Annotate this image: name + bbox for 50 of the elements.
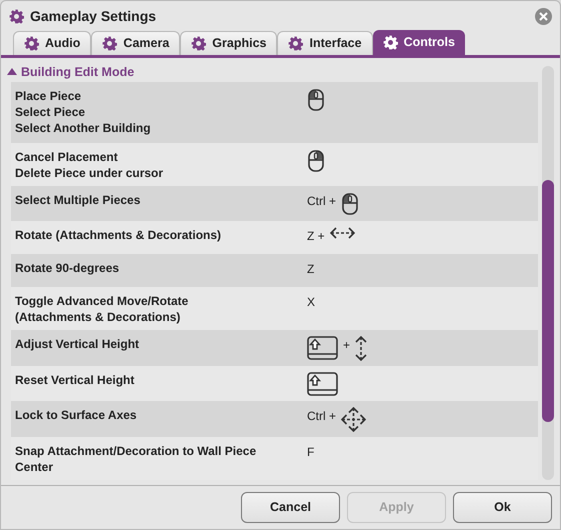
collapse-icon[interactable]: [7, 67, 17, 77]
key-text: Z: [307, 261, 314, 278]
key-text: Ctrl +: [307, 408, 336, 425]
key-text: +: [343, 337, 350, 354]
action-label: Center: [15, 459, 54, 475]
shift-key-icon: [307, 372, 338, 396]
dialog-button[interactable]: Cancel: [241, 492, 340, 523]
gear-icon: [9, 8, 24, 24]
tab[interactable]: Audio: [13, 31, 92, 55]
action-label: Rotate (Attachments & Decorations): [15, 227, 222, 243]
mouse-icon: [341, 192, 360, 216]
action-label: (Attachments & Decorations): [15, 309, 182, 325]
tab[interactable]: Interface: [277, 31, 373, 55]
gear-icon: [191, 36, 206, 51]
tab[interactable]: Camera: [91, 31, 180, 55]
section-title[interactable]: Building Edit Mode: [21, 62, 134, 82]
key-text: Ctrl +: [307, 193, 336, 210]
action-label: Cancel Placement: [15, 149, 119, 165]
tab[interactable]: Controls: [372, 30, 465, 55]
action-label: Lock to Surface Axes: [15, 407, 138, 423]
vertical-arrows-icon: [355, 336, 368, 361]
dialog-button[interactable]: Ok: [453, 492, 552, 523]
window-title: Gameplay Settings: [30, 6, 156, 26]
action-label: Select Another Building: [15, 120, 152, 136]
mouse-icon: [307, 88, 325, 112]
gear-icon: [24, 36, 39, 51]
action-label: Adjust Vertical Height: [15, 336, 140, 352]
gear-icon: [102, 36, 118, 51]
gear-icon: [288, 36, 304, 51]
close-button[interactable]: [535, 8, 552, 24]
action-label: Rotate 90-degrees: [15, 260, 120, 276]
tab[interactable]: Graphics: [180, 31, 278, 55]
close-icon: [539, 12, 548, 20]
action-label: Reset Vertical Height: [15, 372, 136, 388]
action-label: Snap Attachment/Decoration to Wall Piece: [15, 443, 258, 459]
key-text: F: [307, 444, 314, 461]
scrollbar[interactable]: [542, 66, 554, 480]
key-text: Z +: [307, 228, 325, 245]
move-arrows-icon: [341, 407, 366, 432]
horizontal-arrows-icon: [330, 227, 355, 239]
key-text: X: [307, 294, 316, 311]
action-label: Delete Piece under cursor: [15, 165, 164, 181]
action-label: Place Piece: [15, 88, 82, 104]
shift-key-icon: [307, 336, 338, 360]
mouse-icon: [307, 149, 325, 173]
action-label: Select Piece: [15, 104, 86, 120]
gear-icon: [382, 35, 398, 50]
action-label: Select Multiple Pieces: [15, 192, 142, 208]
action-label: Toggle Advanced Move/Rotate: [15, 293, 190, 309]
scrollbar-thumb[interactable]: [542, 180, 554, 422]
